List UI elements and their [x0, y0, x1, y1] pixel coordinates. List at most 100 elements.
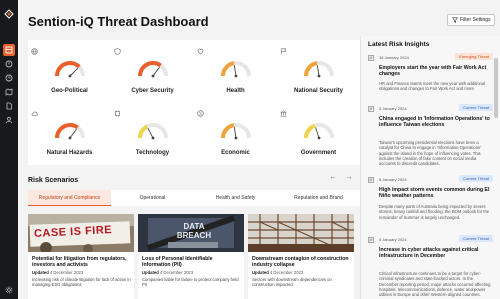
- threat-badge: Current Threat: [459, 175, 493, 182]
- cloud-icon: [31, 111, 38, 116]
- tab-health-and-safety[interactable]: Health and Safety: [194, 190, 277, 206]
- next-arrow-button[interactable]: →: [344, 173, 354, 183]
- gauge-hub: [234, 136, 238, 140]
- insight-title[interactable]: Employers start the year with Fair Work …: [379, 65, 491, 78]
- threat-badge: Emerging Threat: [455, 53, 493, 60]
- gauge-dial: [304, 61, 334, 78]
- gauge-needle: [69, 67, 79, 77]
- protest-image: CASE IS FIRE: [28, 214, 134, 252]
- logo-icon: [4, 6, 14, 19]
- news-icon: [368, 55, 374, 61]
- card-date-value: 4 December 2023: [269, 270, 304, 275]
- data-breach-text: DATA BREACH: [176, 222, 212, 240]
- gauge-needle: [316, 65, 320, 77]
- gauge-technology[interactable]: Technology: [111, 106, 194, 168]
- scenario-card-2[interactable]: DATA BREACH Loss of Personal Identifiabl…: [138, 214, 244, 299]
- insight-title[interactable]: China engaged in 'Information Operations…: [379, 116, 491, 129]
- gauge-national-security[interactable]: National Security: [277, 44, 360, 106]
- card-title: Downstream contagion of construction ind…: [252, 256, 349, 269]
- prev-arrow-button[interactable]: ←: [328, 173, 338, 183]
- gauge-label: National Security: [293, 88, 343, 94]
- alert-icon[interactable]: [3, 58, 15, 70]
- gauge-hub: [317, 136, 321, 140]
- map-icon[interactable]: [3, 86, 15, 98]
- card-body: Increasing risk of climate litigation fo…: [32, 277, 131, 288]
- tab-operational[interactable]: Operational: [111, 190, 194, 206]
- card-date-value: 4 December 2023: [159, 270, 194, 275]
- gauge-health[interactable]: Health: [194, 44, 277, 106]
- gauge-label: Cyber Security: [131, 88, 174, 94]
- card-date: Updated 4 December 2023: [32, 270, 83, 275]
- users-icon[interactable]: [3, 114, 15, 126]
- money-icon: [197, 110, 204, 117]
- insight-date: 5 January 2024: [379, 237, 407, 242]
- risk-insights-panel: Latest Risk Insights 15 January 2024 Emer…: [360, 36, 500, 299]
- scenario-card-1[interactable]: CASE IS FIRE Potential for litigation fr…: [28, 214, 134, 299]
- gauge-label: Geo-Political: [51, 88, 88, 94]
- insight-text: HR and Finance teams meet the new year w…: [379, 81, 486, 92]
- filter-settings-label: Filter Settings: [460, 17, 491, 23]
- tab-regulatory-and-compliance[interactable]: Regulatory and Compliance: [28, 190, 111, 206]
- dashboard-icon[interactable]: [3, 44, 15, 56]
- gauge-needle: [147, 127, 154, 139]
- document-icon[interactable]: [3, 100, 15, 112]
- gauge-geo-political[interactable]: Geo-Political: [28, 44, 111, 106]
- building-icon: [280, 110, 287, 117]
- gauge-cyber-security[interactable]: Cyber Security: [111, 44, 194, 106]
- scenario-card-3[interactable]: Downstream contagion of construction ind…: [248, 214, 354, 299]
- card-date-label: Updated: [32, 270, 49, 275]
- main-content: Sention-iQ Threat Dashboard Geo-Politica…: [18, 0, 360, 299]
- card-date-value: 4 December 2023: [49, 270, 84, 275]
- gauge-hub: [317, 74, 321, 78]
- filter-settings-button[interactable]: Filter Settings: [447, 14, 495, 26]
- insight-title[interactable]: Increase in cyber attacks against critic…: [379, 247, 491, 260]
- health-icon: [197, 48, 204, 55]
- gauge-dial: [221, 61, 251, 78]
- gauge-label: Government: [300, 150, 337, 156]
- gauge-dial: [55, 123, 85, 140]
- risk-scenarios-title: Risk Scenarios: [28, 177, 79, 184]
- gauge-hub: [151, 74, 155, 78]
- gauge-hub: [234, 74, 238, 78]
- settings-icon[interactable]: [3, 284, 15, 296]
- gauge-needle: [315, 127, 320, 139]
- card-date: Updated 4 December 2023: [252, 270, 303, 275]
- threat-badge: Current Threat: [459, 104, 493, 111]
- card-date: Updated 4 December 2023: [142, 270, 193, 275]
- gauge-dial: [221, 123, 251, 140]
- gauge-economic[interactable]: Economic: [194, 106, 277, 168]
- gauge-needle: [233, 65, 237, 77]
- gauge-needle: [152, 66, 160, 77]
- insight-date: 5 January 2024: [379, 177, 407, 182]
- insight-text: Despite many parts of Australia being im…: [379, 204, 490, 220]
- gauge-fill: [221, 123, 235, 139]
- gauge-fill: [304, 61, 318, 77]
- gauge-hub: [151, 136, 155, 140]
- sidebar: [0, 0, 18, 299]
- insight-title[interactable]: High impact storm events common during E…: [379, 187, 491, 200]
- gauge-dial: [138, 61, 168, 78]
- insight-date: 15 January 2024: [379, 55, 409, 60]
- gauge-natural-hazards[interactable]: Natural Hazards: [28, 106, 111, 168]
- shield-icon: [114, 48, 121, 55]
- scenario-tabs: Regulatory and Compliance Operational Heal…: [28, 190, 360, 206]
- gauge-government[interactable]: Government: [277, 106, 360, 168]
- gauge-hub: [68, 74, 72, 78]
- tab-reputation-and-brand[interactable]: Reputation and Brand: [277, 190, 360, 206]
- page-title: Sention-iQ Threat Dashboard: [28, 14, 209, 29]
- chip-icon: [115, 110, 120, 117]
- gauge-needle: [69, 128, 77, 139]
- threat-badge: Current Threat: [459, 235, 493, 242]
- gauge-fill: [304, 123, 316, 139]
- card-title: Potential for litigation from regulators…: [32, 256, 127, 269]
- gauge-fill: [221, 61, 235, 77]
- insight-text: Critical infrastructure continues to be …: [379, 271, 491, 298]
- news-icon: [368, 177, 374, 183]
- insights-scrollbar[interactable]: [494, 58, 498, 118]
- globe-icon: [31, 48, 38, 55]
- gauge-needle: [233, 127, 237, 139]
- clock-icon[interactable]: [3, 72, 15, 84]
- gauge-label: Technology: [135, 150, 170, 156]
- news-icon: [368, 237, 374, 243]
- gauge-hub: [68, 136, 72, 140]
